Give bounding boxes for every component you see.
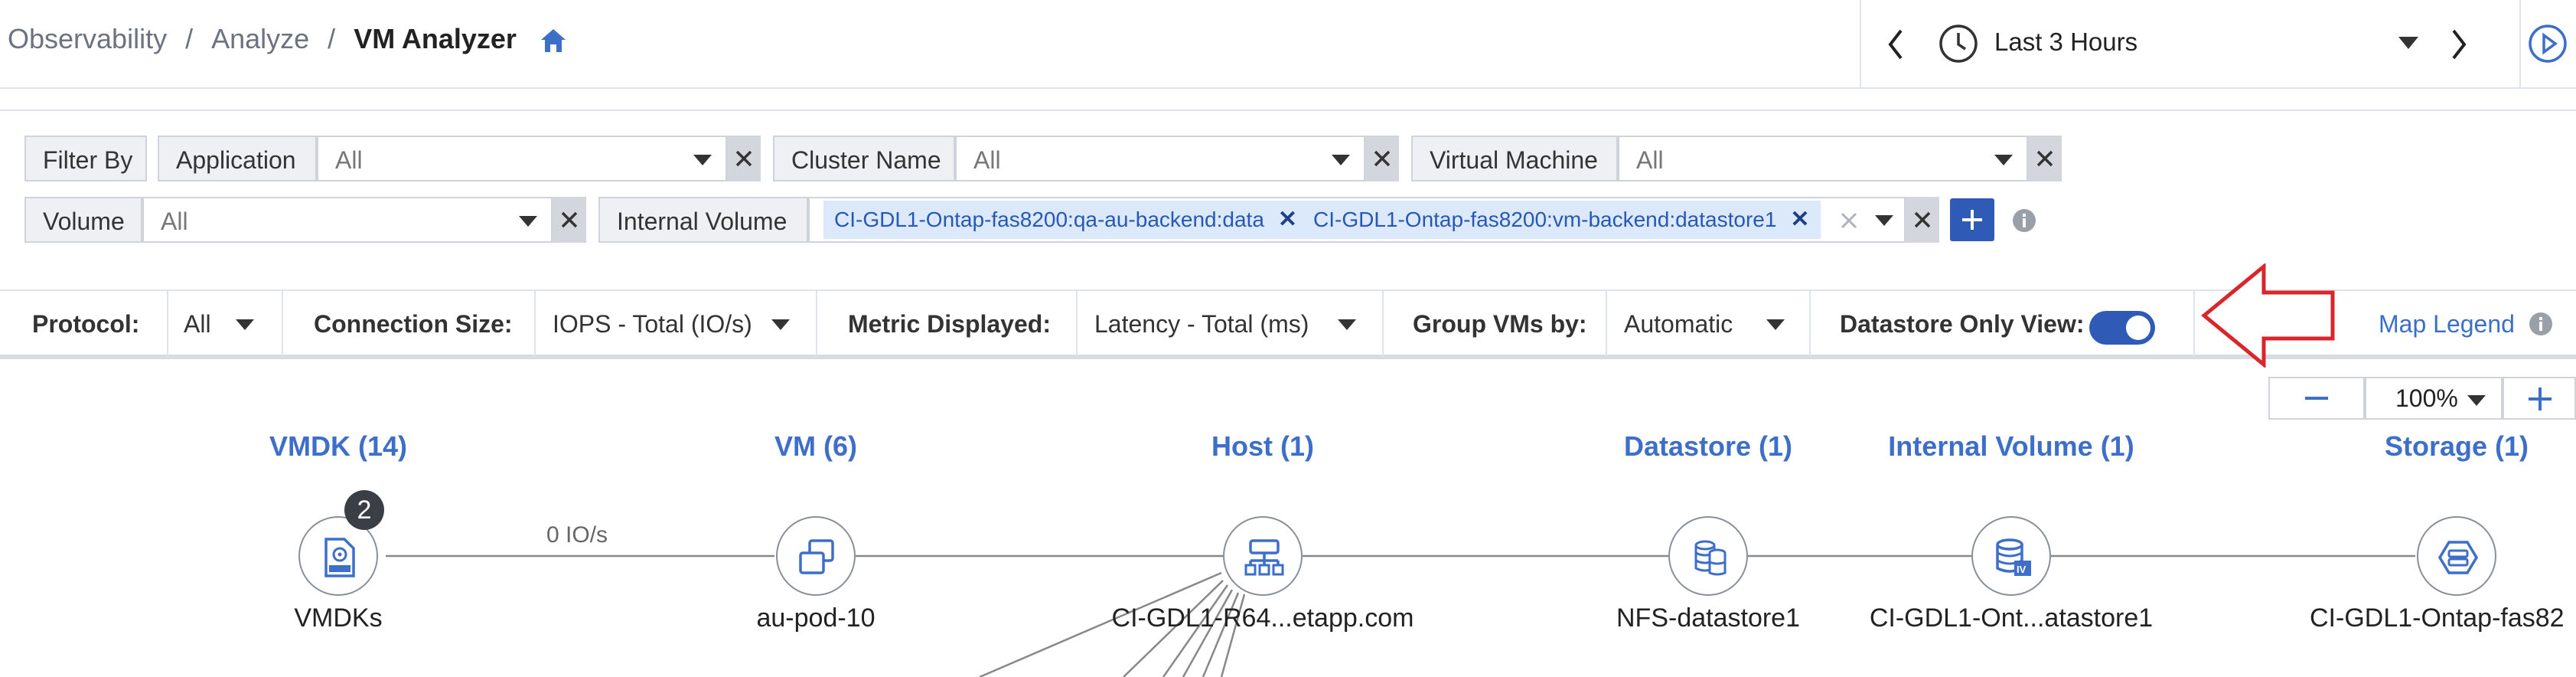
column-title-storage: Storage (1) [2384,430,2529,462]
svg-text:IV: IV [2017,564,2027,575]
column-title-vmdk: VMDK (14) [269,430,408,462]
column-title-vm: VM (6) [774,430,857,462]
node-storage[interactable] [2417,516,2496,596]
node-count-badge: 2 [344,490,384,530]
node-label: CI-GDL1-Ont...atastore1 [1869,603,2154,633]
internal-volume-icon: IV [1996,538,2031,576]
column-title-datastore: Datastore (1) [1623,430,1793,462]
node-label: au-pod-10 [756,603,876,633]
column-title-internal-volume: Internal Volume (1) [1888,430,2134,462]
node-vm[interactable] [776,516,856,596]
node-datastore[interactable] [1668,516,1748,596]
node-internal-volume[interactable]: IV [1971,516,2051,596]
node-label: CI-GDL1-R64...etapp.com [1111,603,1414,633]
host-icon [1244,539,1284,576]
edge-label: 0 IO/s [546,522,608,548]
node-label: CI-GDL1-Ontap-fas82 [2310,603,2565,633]
datastore-icon [1694,540,1727,576]
vmdk-icon [324,538,355,577]
vm-icon [799,539,834,574]
column-title-host: Host (1) [1211,430,1314,462]
storage-icon [2438,541,2478,574]
node-label: VMDKs [294,603,383,633]
node-label: NFS-datastore1 [1616,603,1800,633]
node-host[interactable] [1223,516,1303,596]
